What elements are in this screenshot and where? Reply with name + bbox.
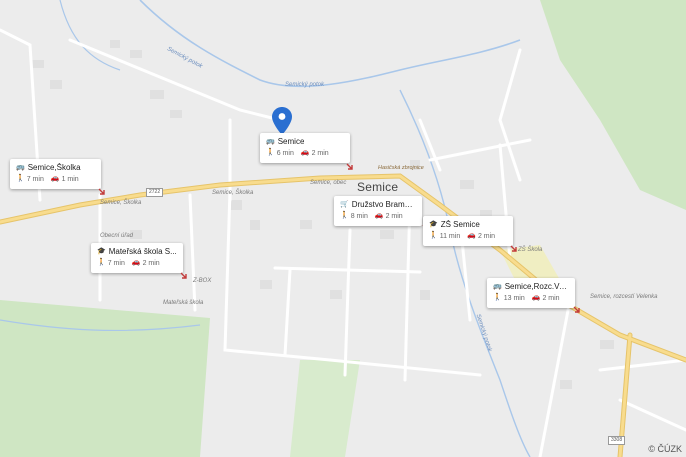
car-icon: 🚗 [50, 175, 60, 182]
place-label: ZŠ Škola [518, 247, 543, 253]
map-base-layer [0, 0, 686, 457]
cart-icon: 🛒 [340, 200, 349, 208]
car-time: 2 min [311, 149, 329, 157]
map-copyright: © ČÚZK [648, 444, 682, 454]
poi-name: Mateřská škola S... [108, 247, 177, 256]
bus-stop-label: Semice, obec [310, 180, 347, 186]
walk-icon: 🚶 [16, 175, 25, 182]
poi-name: Semice,Rozc.Vele... [504, 282, 569, 291]
car-icon: 🚗 [131, 259, 141, 266]
direction-arrow-icon [573, 306, 580, 313]
car-icon: 🚗 [467, 232, 476, 239]
poi-name: Semice [277, 137, 305, 146]
bus-icon: 🚌 [266, 137, 275, 145]
walk-icon: 🚶 [493, 294, 502, 301]
place-label: Obecní úřad [100, 233, 134, 239]
creek-label: Semický potok [285, 82, 325, 88]
poi-name: ZŠ Semice [440, 220, 480, 229]
place-label: Hasičská zbrojnice [378, 165, 424, 171]
walk-time: 6 min [276, 149, 294, 157]
car-icon: 🚗 [531, 294, 541, 301]
bus-stop-label: Semice, Školka [212, 190, 254, 196]
road-number-badge: 2722 [146, 188, 164, 197]
poi-card[interactable]: 🚌 Semice 🚶 6 min 🚗 2 min [260, 133, 350, 163]
car-time: 2 min [542, 294, 560, 302]
walk-icon: 🚶 [97, 259, 106, 266]
car-icon: 🚗 [300, 149, 310, 156]
direction-arrow-icon [180, 272, 187, 279]
bus-icon: 🚌 [493, 282, 502, 290]
place-label: Z-BOX [193, 278, 212, 284]
walk-time: 7 min [26, 175, 44, 183]
bus-stop-label: Semice, Školka [100, 200, 142, 206]
poi-card[interactable]: 🚌 Semice,Školka 🚶 7 min 🚗 1 min [10, 159, 101, 189]
direction-arrow-icon [510, 245, 517, 252]
poi-card[interactable]: 🎓 ZŠ Semice 🚶 11 min 🚗 2 min [423, 216, 513, 246]
direction-arrow-icon [98, 188, 105, 195]
school-icon: 🎓 [429, 220, 438, 228]
direction-arrow-icon [346, 163, 353, 170]
place-label: Semice, rozcestí Velenka [590, 294, 658, 300]
map-canvas[interactable]: 2722 3308 Semický potok Semický potok Se… [0, 0, 686, 457]
poi-card[interactable]: 🚌Semice,Rozc.Vele... 🚶13 min 🚗2 min [487, 278, 575, 308]
walk-icon: 🚶 [429, 232, 438, 239]
town-label: Semice [357, 180, 399, 194]
walk-time: 7 min [107, 259, 125, 267]
bus-icon: 🚌 [16, 163, 25, 171]
poi-card[interactable]: 🎓 Mateřská škola S... 🚶 7 min 🚗 2 min [91, 243, 183, 273]
poi-name: Semice,Školka [27, 163, 81, 172]
poi-name: Družstvo Bramko ... [351, 200, 416, 209]
car-time: 2 min [142, 259, 160, 267]
road-number-badge: 3308 [608, 436, 626, 445]
car-icon: 🚗 [374, 212, 384, 219]
car-time: 2 min [477, 232, 496, 240]
location-pin-icon[interactable] [272, 107, 292, 135]
walk-icon: 🚶 [266, 149, 275, 156]
school-icon: 🎓 [97, 247, 106, 255]
poi-card[interactable]: 🛒 Družstvo Bramko ... 🚶 8 min 🚗 2 min [334, 196, 422, 226]
place-label: Mateřská škola [163, 300, 204, 306]
walk-time: 8 min [350, 212, 368, 220]
car-time: 2 min [385, 212, 403, 220]
car-time: 1 min [61, 175, 79, 183]
walk-time: 11 min [439, 232, 461, 240]
walk-icon: 🚶 [340, 212, 349, 219]
walk-time: 13 min [503, 294, 525, 302]
